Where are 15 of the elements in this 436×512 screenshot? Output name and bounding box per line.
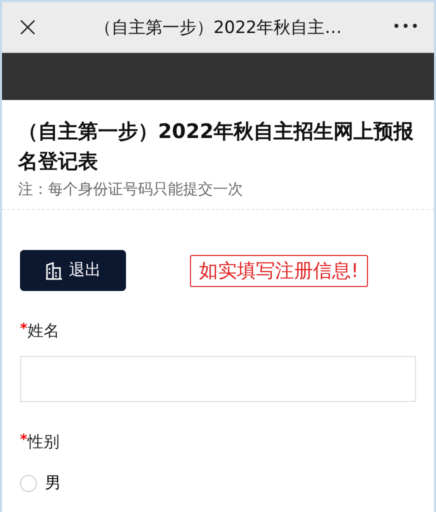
required-mark: * <box>20 321 28 337</box>
option-label[interactable]: 男 <box>45 473 61 494</box>
exit-button[interactable]: 退出 <box>20 250 126 291</box>
page-title: （自主第一步）2022年秋自主… <box>93 16 343 38</box>
field-label: 性别 <box>27 432 60 453</box>
menu-button[interactable]: ••• <box>392 19 420 35</box>
radio-button[interactable] <box>20 475 37 492</box>
notice-label: 如实填写注册信息! <box>190 254 368 286</box>
form-note: 注：每个身份证号码只能提交一次 <box>18 180 244 199</box>
form-title: （自主第一步）2022年秋自主招生网上预报名登记表 <box>18 118 415 175</box>
required-mark: * <box>20 432 28 448</box>
input-field[interactable] <box>20 356 416 402</box>
building-icon <box>45 262 63 280</box>
close-button[interactable]: × <box>16 13 44 41</box>
field-label: 姓名 <box>27 321 60 342</box>
